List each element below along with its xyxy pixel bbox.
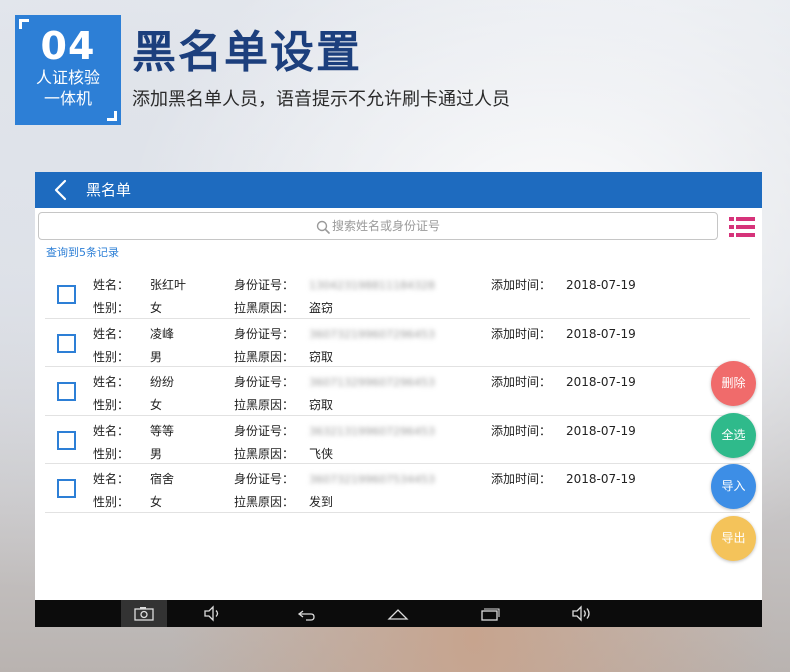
gender-label: 性别： (93, 398, 130, 412)
row-checkbox[interactable] (57, 430, 76, 450)
row-checkbox[interactable] (57, 479, 76, 498)
badge-corner-bottom-right (107, 111, 117, 121)
volume-down-icon[interactable] (202, 605, 224, 622)
name-label: 姓名： (93, 472, 130, 486)
search-placeholder: 搜索姓名或身份证号 (331, 219, 440, 233)
gender-label: 性别： (93, 446, 130, 461)
page-title: 黑名单设置 (132, 27, 362, 78)
reason-label: 拉黑原因： (234, 446, 295, 461)
camera-icon[interactable] (133, 605, 155, 622)
id-number-label: 身份证号： (234, 472, 295, 486)
id-number-label: 身份证号： (234, 375, 295, 389)
app-bar-title: 黑名单 (86, 181, 132, 199)
id-number-value: 363213199607296453 (309, 424, 435, 438)
added-time-value: 2018-07-19 (566, 326, 636, 341)
id-number-label: 身份证号： (234, 278, 295, 292)
reason-value: 盗窃 (309, 301, 334, 315)
page-subtitle: 添加黑名单人员，语音提示不允许刷卡通过人员 (132, 89, 510, 110)
name-label: 姓名： (93, 278, 130, 292)
back-icon[interactable] (51, 179, 73, 201)
added-time-value: 2018-07-19 (566, 472, 636, 486)
reason-label: 拉黑原因： (234, 398, 295, 412)
reason-value: 飞侠 (309, 446, 334, 461)
added-time-label: 添加时间： (491, 375, 552, 389)
gender-value: 男 (150, 446, 163, 461)
name-value: 张红叶 (150, 278, 187, 292)
reason-value: 窃取 (309, 398, 334, 412)
added-time-label: 添加时间： (491, 326, 552, 341)
home-icon[interactable] (387, 605, 409, 622)
id-number-value: 360732199607296453 (309, 327, 435, 341)
added-time-label: 添加时间： (491, 423, 552, 438)
gender-value: 男 (150, 349, 163, 364)
id-number-value: 360732199607534453 (309, 473, 435, 486)
added-time-value: 2018-07-19 (566, 278, 636, 292)
list-menu-icon[interactable] (729, 216, 755, 238)
name-label: 姓名： (93, 375, 130, 389)
name-value: 凌峰 (150, 326, 175, 341)
gender-label: 性别： (93, 495, 130, 509)
badge-number: 04 (40, 24, 96, 68)
badge-line-1: 人证核验 (35, 68, 100, 87)
volume-up-icon[interactable] (571, 605, 593, 622)
recent-apps-icon[interactable] (479, 605, 501, 622)
row-checkbox[interactable] (57, 382, 76, 401)
added-time-value: 2018-07-19 (566, 375, 636, 389)
reason-label: 拉黑原因： (234, 349, 295, 364)
id-number-label: 身份证号： (234, 326, 295, 341)
list-item[interactable]: 姓名： 凌峰 身份证号： 360732199607296453 添加时间： 20… (45, 319, 750, 367)
reason-label: 拉黑原因： (234, 301, 295, 315)
added-time-label: 添加时间： (491, 278, 552, 292)
app-bar: 黑名单 (35, 172, 762, 208)
name-label: 姓名： (93, 326, 130, 341)
reason-label: 拉黑原因： (234, 495, 295, 509)
list-item[interactable]: 姓名： 宿舍 身份证号： 360732199607534453 添加时间： 20… (45, 464, 750, 513)
delete-button[interactable]: 删除 (711, 361, 756, 406)
search-input[interactable]: 搜索姓名或身份证号 (38, 212, 718, 240)
result-count: 查询到5条记录 (46, 246, 119, 259)
back-arrow-icon[interactable] (294, 605, 316, 622)
list-item[interactable]: 姓名： 纷纷 身份证号： 360713299607296453 添加时间： 20… (45, 367, 750, 416)
reason-value: 发到 (309, 495, 334, 509)
search-icon (316, 220, 330, 234)
added-time-label: 添加时间： (491, 472, 552, 486)
gender-label: 性别： (93, 301, 130, 315)
gender-value: 女 (150, 495, 163, 509)
id-number-value: 130423198811184328 (309, 279, 435, 292)
name-value: 宿舍 (150, 472, 175, 486)
id-number-value: 360713299607296453 (309, 376, 435, 389)
list-item[interactable]: 姓名： 张红叶 身份证号： 130423198811184328 添加时间： 2… (45, 270, 750, 319)
export-button[interactable]: 导出 (711, 516, 756, 561)
id-number-label: 身份证号： (234, 423, 295, 438)
blacklist-list: 姓名： 张红叶 身份证号： 130423198811184328 添加时间： 2… (45, 270, 750, 513)
name-value: 等等 (150, 423, 175, 438)
name-label: 姓名： (93, 423, 130, 438)
name-value: 纷纷 (150, 375, 175, 389)
gender-value: 女 (150, 301, 163, 315)
select-all-button[interactable]: 全选 (711, 413, 756, 458)
reason-value: 窃取 (309, 349, 334, 364)
section-badge: 04 人证核验 一体机 (15, 15, 121, 125)
list-item[interactable]: 姓名： 等等 身份证号： 363213199607296453 添加时间： 20… (45, 416, 750, 464)
import-button[interactable]: 导入 (711, 464, 756, 509)
badge-line-2: 一体机 (43, 89, 92, 108)
row-checkbox[interactable] (57, 285, 76, 304)
gender-value: 女 (150, 398, 163, 412)
added-time-value: 2018-07-19 (566, 423, 636, 438)
badge-corner-top-left (19, 19, 29, 29)
row-checkbox[interactable] (57, 333, 76, 353)
system-nav-bar (35, 600, 762, 627)
gender-label: 性别： (93, 349, 130, 364)
device-screen: 黑名单 搜索姓名或身份证号 查询到5条记录 姓名： 张红叶 身份证号： 1304… (35, 172, 762, 627)
